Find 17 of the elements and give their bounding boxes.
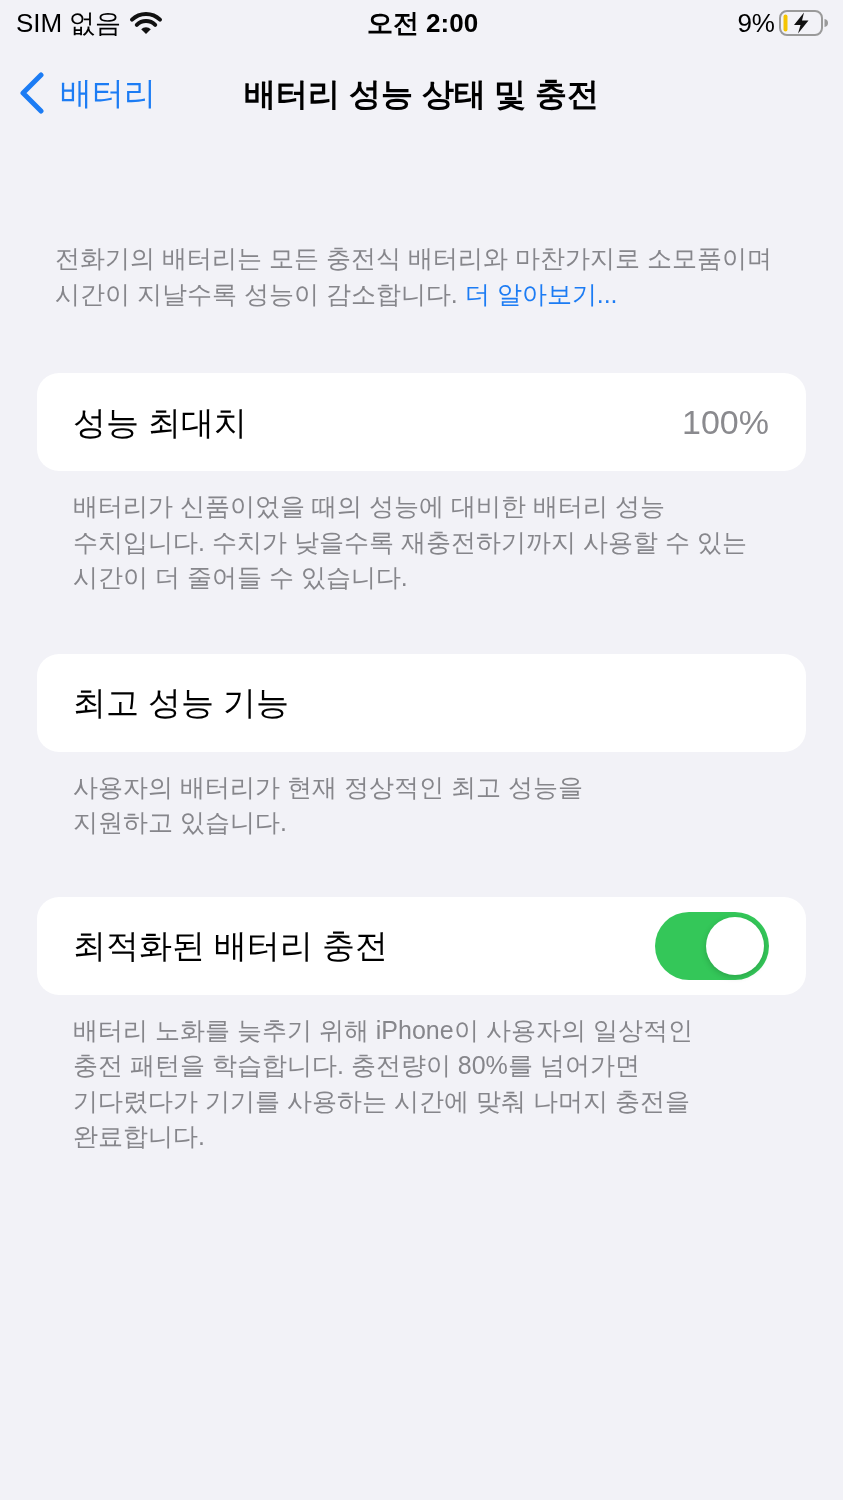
learn-more-link[interactable]: 더 알아보기... bbox=[464, 279, 618, 308]
footnote-text: 사용자의 배터리가 현재 정상적인 최고 성능을 지원하고 있습니다. bbox=[73, 771, 584, 838]
setting-label: 최고 성능 기능 bbox=[73, 686, 290, 719]
battery-percent: 9% bbox=[737, 10, 775, 36]
footnote-text: 배터리 노화를 늦추기 위해 iPhone이 사용자의 일상적인 충전 패턴을 학습합니다. 충전량이 80%를 넘어가면 기다렸다가 기기를 사용하는 시간에 맞춰 나머지 충전을 완료합니다. bbox=[73, 1014, 694, 1152]
status-time: 오전 2:00 bbox=[366, 10, 479, 36]
back-button[interactable]: 배터리 bbox=[18, 72, 156, 114]
carrier-text: SIM 없음 bbox=[16, 10, 122, 36]
wifi-icon bbox=[129, 11, 164, 35]
setting-label: 최적화된 배터리 충전 bbox=[73, 929, 389, 962]
setting-value: 100% bbox=[682, 405, 769, 439]
charging-battery-icon bbox=[779, 10, 829, 36]
description-text: 전화기의 배터리는 모든 충전식 배터리와 마찬가지로 소모품이며 시간이 지날수록 성능이 감소합니다. 더 알아보기... bbox=[55, 243, 773, 310]
back-chevron-icon bbox=[18, 72, 46, 114]
footnote-text: 배터리가 신품이었을 때의 성능에 대비한 배터리 성능 수치입니다. 수치가 낮을수록 재충전하기까지 사용할 수 있는 시간이 더 줄어들 수 있습니다. bbox=[73, 491, 748, 593]
page-title: 배터리 성능 상태 및 충전 bbox=[243, 78, 600, 110]
setting-label: 성능 최대치 bbox=[73, 405, 248, 439]
